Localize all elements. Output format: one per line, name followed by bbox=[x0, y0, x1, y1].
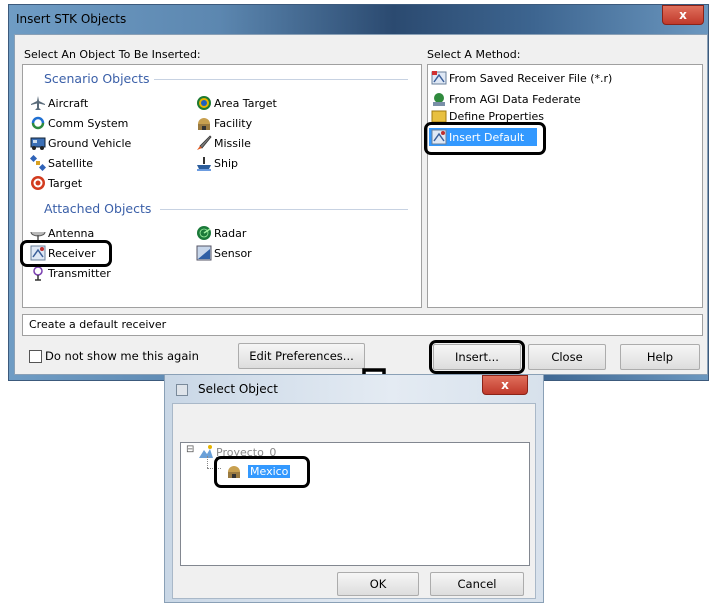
tree-expander-icon[interactable]: ⊟ bbox=[186, 444, 194, 455]
window-title: Select Object bbox=[198, 382, 278, 396]
ground-vehicle-icon bbox=[30, 135, 46, 151]
comm-system-icon bbox=[30, 115, 46, 131]
status-description: Create a default receiver bbox=[22, 314, 703, 336]
select-object-heading: Select An Object To Be Inserted: bbox=[24, 48, 201, 61]
area-target-icon bbox=[196, 95, 212, 111]
window-close-button[interactable]: x bbox=[482, 375, 528, 395]
target-icon bbox=[30, 175, 46, 191]
tree-connector bbox=[207, 456, 208, 468]
satellite-icon bbox=[30, 155, 46, 171]
ok-button[interactable]: OK bbox=[337, 572, 419, 596]
object-comm-system[interactable]: Comm System bbox=[30, 114, 128, 132]
object-aircraft[interactable]: Aircraft bbox=[30, 94, 88, 112]
select-method-heading: Select A Method: bbox=[427, 48, 521, 61]
method-define-properties[interactable]: Define Properties bbox=[431, 110, 544, 122]
section-divider bbox=[150, 79, 408, 80]
close-button[interactable]: Close bbox=[528, 344, 606, 370]
object-target[interactable]: Target bbox=[30, 174, 82, 192]
radar-icon bbox=[196, 225, 212, 241]
sensor-icon bbox=[196, 245, 212, 261]
object-sensor[interactable]: Sensor bbox=[196, 244, 252, 262]
window-close-button[interactable]: x bbox=[662, 5, 704, 25]
facility-icon bbox=[196, 115, 212, 131]
mexico-highlight-outline bbox=[214, 456, 310, 488]
transmitter-icon bbox=[30, 265, 46, 281]
edit-preferences-button[interactable]: Edit Preferences... bbox=[238, 343, 365, 369]
scenario-icon bbox=[198, 444, 214, 460]
dont-show-again-checkbox[interactable] bbox=[29, 350, 42, 363]
object-radar[interactable]: Radar bbox=[196, 224, 246, 242]
section-divider bbox=[160, 209, 408, 210]
object-area-target[interactable]: Area Target bbox=[196, 94, 277, 112]
ship-icon bbox=[196, 155, 212, 171]
window-title: Insert STK Objects bbox=[16, 12, 127, 26]
missile-icon bbox=[196, 135, 212, 151]
method-from-saved-file[interactable]: From Saved Receiver File (*.r) bbox=[431, 69, 612, 87]
saved-file-icon bbox=[431, 70, 447, 86]
receiver-highlight-outline bbox=[20, 240, 112, 267]
data-federate-icon bbox=[431, 91, 447, 107]
method-from-data-federate[interactable]: From AGI Data Federate bbox=[431, 90, 581, 108]
dont-show-again-label: Do not show me this again bbox=[45, 349, 199, 363]
aircraft-icon bbox=[30, 95, 46, 111]
insert-default-highlight-outline bbox=[424, 122, 546, 155]
cancel-button[interactable]: Cancel bbox=[430, 572, 524, 596]
help-button[interactable]: Help bbox=[620, 344, 700, 370]
scenario-objects-heading: Scenario Objects bbox=[44, 71, 154, 86]
insert-button-highlight-outline bbox=[429, 340, 525, 374]
object-ship[interactable]: Ship bbox=[196, 154, 238, 172]
antenna-icon bbox=[30, 225, 46, 241]
define-properties-icon bbox=[431, 110, 447, 122]
window-app-icon bbox=[176, 384, 188, 396]
object-ground-vehicle[interactable]: Ground Vehicle bbox=[30, 134, 131, 152]
object-facility[interactable]: Facility bbox=[196, 114, 252, 132]
attached-objects-heading: Attached Objects bbox=[44, 201, 156, 216]
object-missile[interactable]: Missile bbox=[196, 134, 251, 152]
object-satellite[interactable]: Satellite bbox=[30, 154, 93, 172]
